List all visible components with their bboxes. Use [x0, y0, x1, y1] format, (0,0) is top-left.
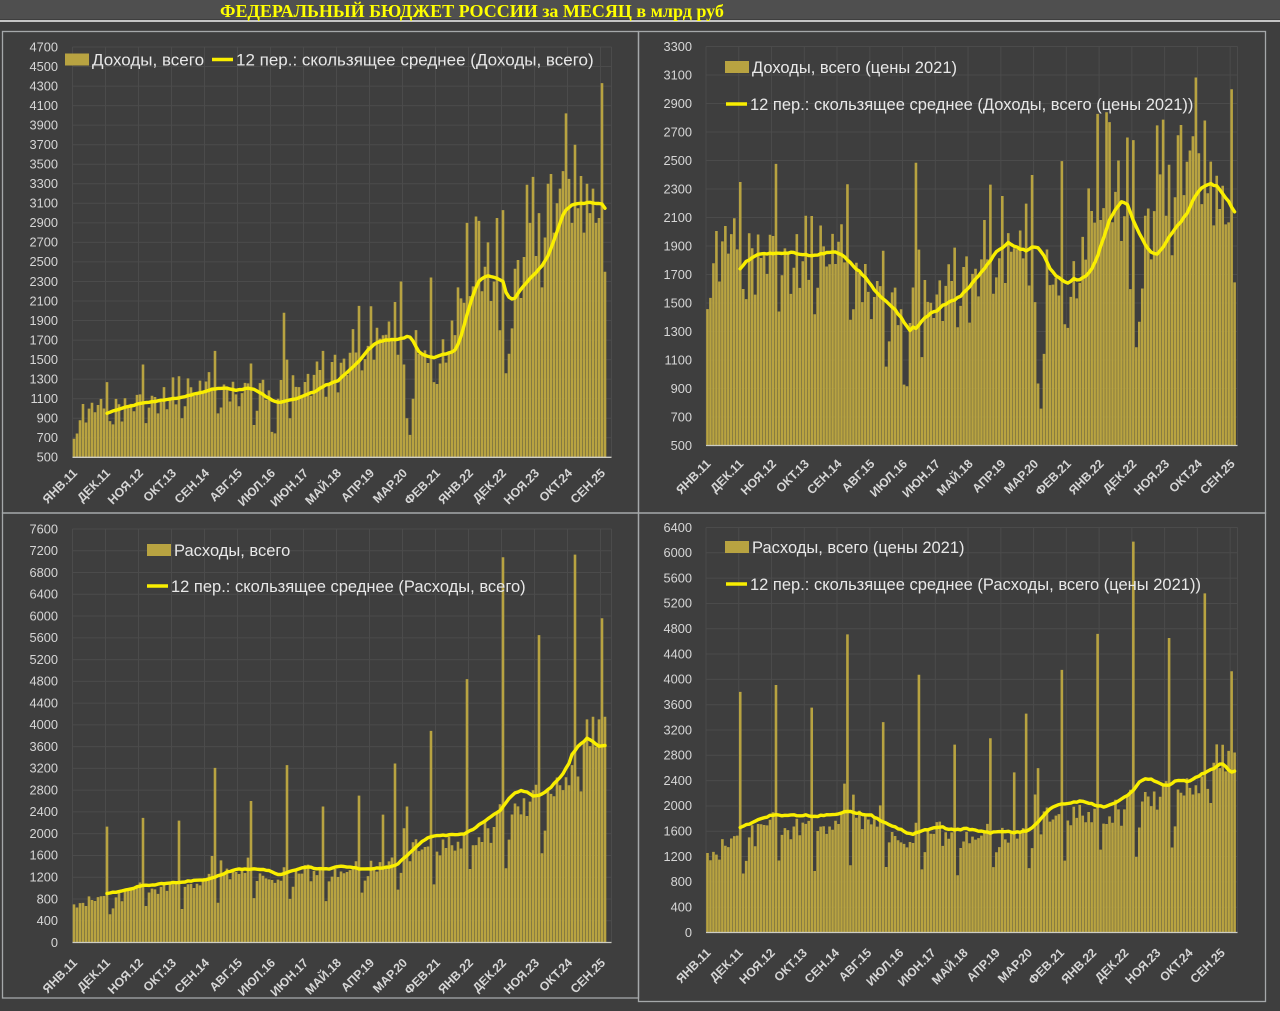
svg-text:СЕН.25: СЕН.25 [1187, 946, 1227, 986]
svg-text:5600: 5600 [664, 570, 692, 585]
svg-text:НОЯ.23: НОЯ.23 [1122, 946, 1163, 987]
svg-text:1600: 1600 [664, 824, 692, 839]
svg-text:2000: 2000 [664, 798, 692, 813]
svg-text:6400: 6400 [664, 520, 692, 535]
svg-text:СЕН.14: СЕН.14 [802, 946, 842, 986]
svg-text:4800: 4800 [664, 621, 692, 636]
svg-text:3200: 3200 [664, 722, 692, 737]
svg-text:Расходы, всего (цены 2021): Расходы, всего (цены 2021) [752, 539, 965, 557]
svg-text:ЯНВ.11: ЯНВ.11 [673, 946, 713, 986]
svg-text:4400: 4400 [664, 646, 692, 661]
svg-text:400: 400 [671, 900, 692, 915]
svg-text:1200: 1200 [664, 849, 692, 864]
svg-text:800: 800 [671, 874, 692, 889]
svg-text:2400: 2400 [664, 773, 692, 788]
svg-text:0: 0 [685, 925, 692, 940]
svg-text:12 пер.: скользящее среднее (Р: 12 пер.: скользящее среднее (Расходы, вс… [750, 576, 1201, 594]
svg-text:3600: 3600 [664, 697, 692, 712]
svg-text:2800: 2800 [664, 748, 692, 763]
svg-text:4000: 4000 [664, 672, 692, 687]
svg-text:5200: 5200 [664, 596, 692, 611]
svg-text:6000: 6000 [664, 545, 692, 560]
svg-text:МАЙ.18: МАЙ.18 [928, 945, 971, 988]
svg-text:ФЕВ.21: ФЕВ.21 [1026, 946, 1068, 988]
svg-text:НОЯ.12: НОЯ.12 [737, 946, 778, 987]
svg-text:ЯНВ.22: ЯНВ.22 [1059, 946, 1100, 987]
